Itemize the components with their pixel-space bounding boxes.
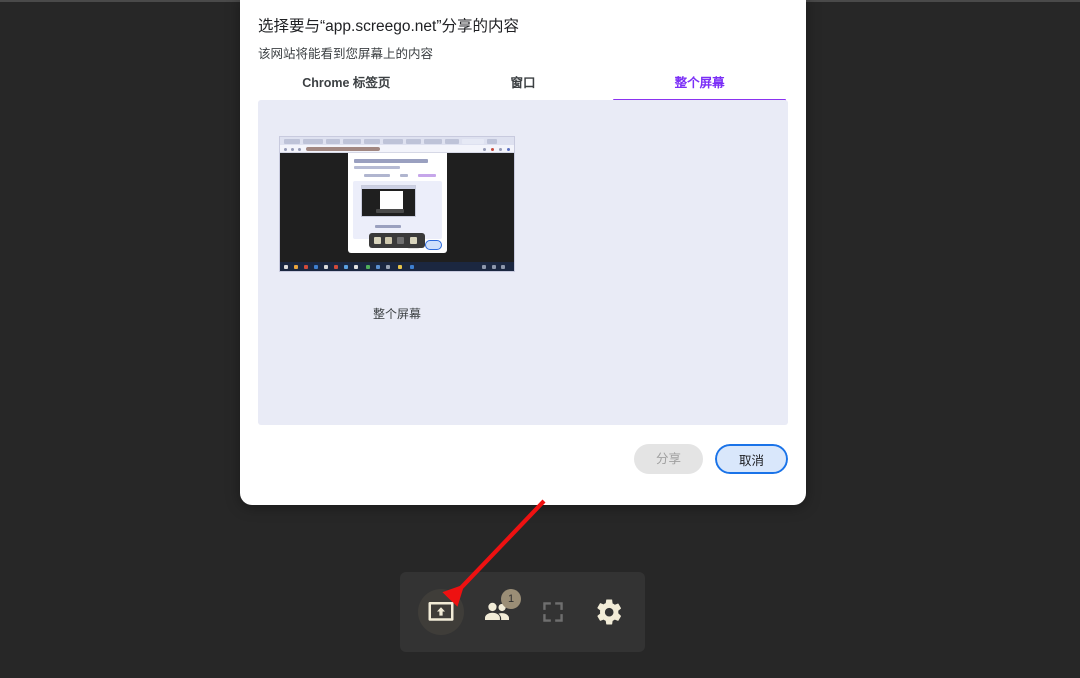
- thumb-taskbar: [280, 262, 514, 271]
- preview-caption: 整个屏幕: [372, 307, 421, 321]
- cancel-button[interactable]: 取消: [712, 442, 791, 476]
- thumb-browser-tabstrip: [280, 137, 514, 145]
- thumb-address-bar: [280, 145, 514, 153]
- thumb-desktop-area: [280, 153, 514, 262]
- screen-share-picker-dialog: 选择要与“app.screego.net”分享的内容 该网站将能看到您屏幕上的内…: [240, 0, 806, 505]
- gear-icon: [594, 597, 624, 627]
- dialog-title: 选择要与“app.screego.net”分享的内容: [258, 18, 519, 35]
- screen-thumbnail[interactable]: [279, 136, 515, 272]
- share-screen-button[interactable]: [418, 589, 464, 635]
- participants-button[interactable]: 1: [474, 589, 521, 635]
- tab-chrome-tabs[interactable]: Chrome 标签页: [258, 72, 435, 98]
- picker-tabs: Chrome 标签页 窗口 整个屏幕: [258, 72, 788, 101]
- dialog-subtitle: 该网站将能看到您屏幕上的内容: [258, 47, 434, 61]
- screen-share-icon: [426, 597, 456, 627]
- dialog-actions: 分享 取消: [633, 442, 791, 476]
- tab-entire-screen[interactable]: 整个屏幕: [611, 72, 788, 101]
- screego-floating-toolbar: 1: [400, 572, 645, 652]
- participants-badge: 1: [501, 589, 521, 609]
- tab-window[interactable]: 窗口: [435, 72, 612, 98]
- screen-thumbnail-image: [279, 136, 515, 272]
- settings-button[interactable]: [586, 589, 632, 635]
- fullscreen-icon: [540, 599, 566, 625]
- preview-panel: 整个屏幕: [258, 100, 788, 425]
- share-button[interactable]: 分享: [633, 444, 703, 474]
- fullscreen-button[interactable]: [530, 589, 576, 635]
- thumb-screego-toolbar: [369, 233, 425, 248]
